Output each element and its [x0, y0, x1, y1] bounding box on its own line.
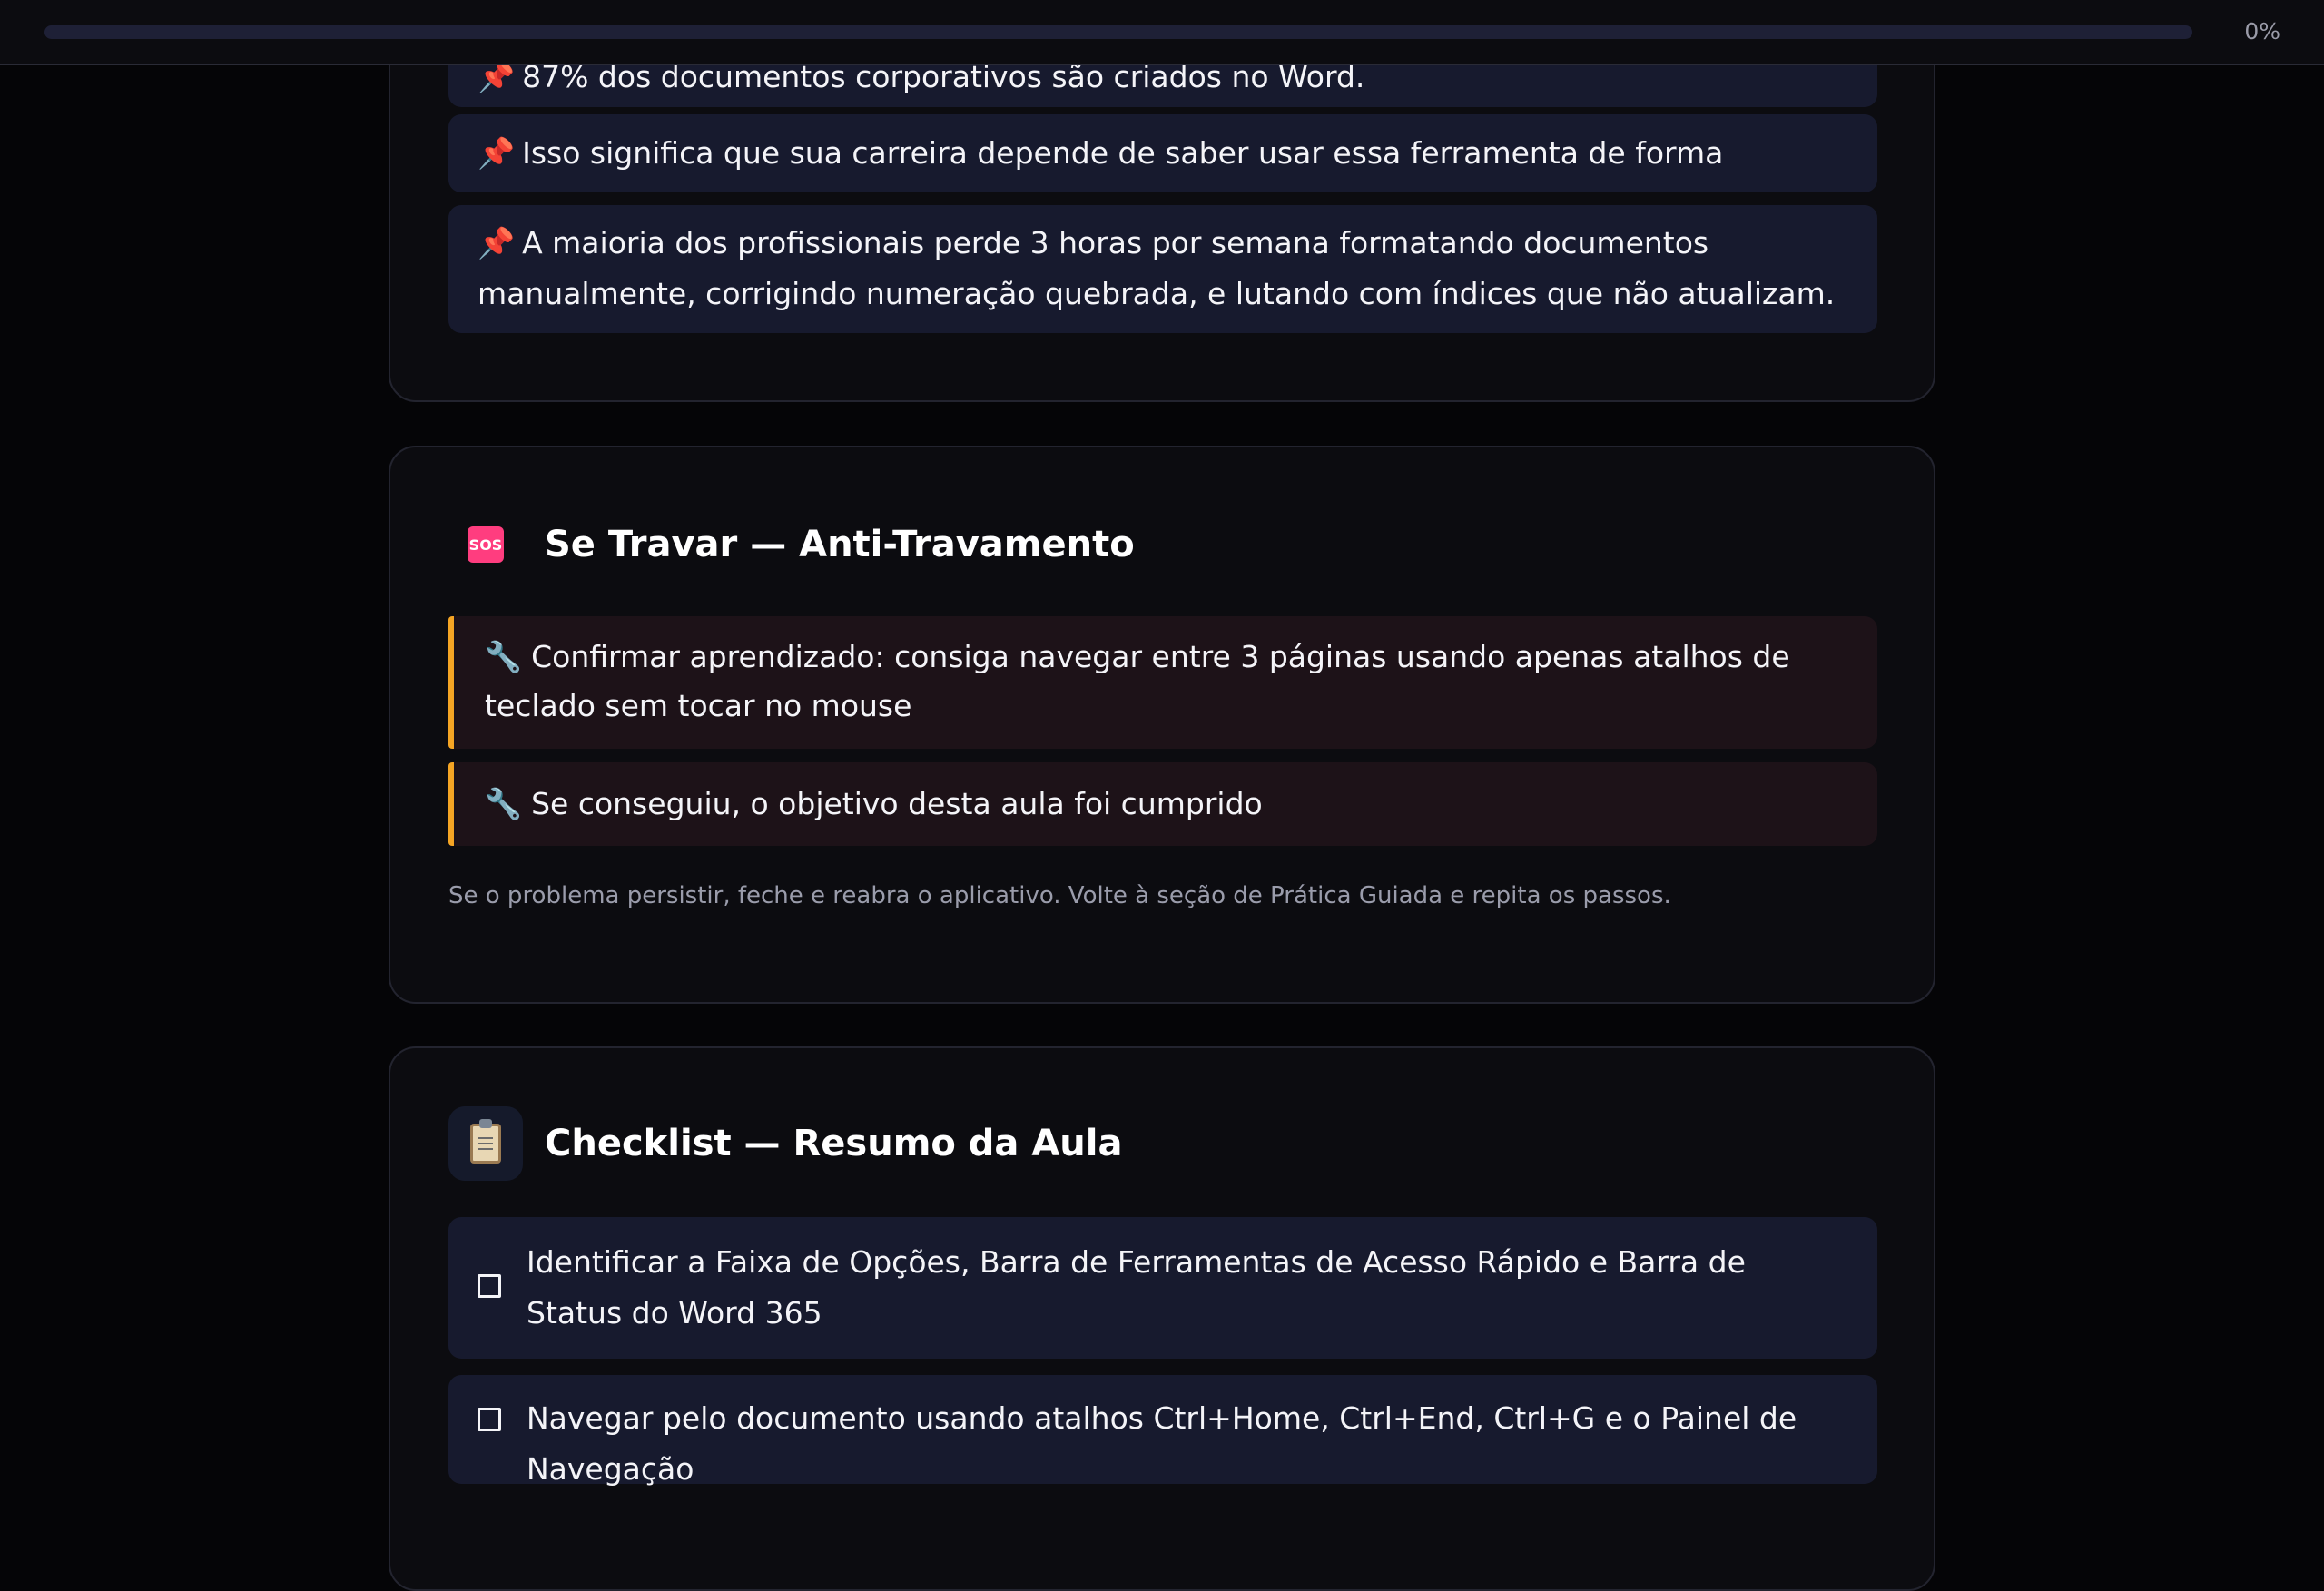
card-header: Checklist — Resumo da Aula [448, 1106, 1122, 1181]
wrench-icon: 🔧 [485, 639, 523, 674]
clipboard-icon [470, 1119, 501, 1164]
checkbox[interactable] [478, 1274, 501, 1298]
card-header: SOS Se Travar — Anti-Travamento [448, 507, 1135, 582]
checklist-item-text: Navegar pelo documento usando atalhos Ct… [527, 1400, 1797, 1487]
checklist-item[interactable]: Identificar a Faixa de Opções, Barra de … [448, 1217, 1877, 1359]
checklist-item-text: Identificar a Faixa de Opções, Barra de … [527, 1244, 1746, 1331]
card-title: Se Travar — Anti-Travamento [545, 524, 1135, 565]
lesson-content: 📌 87% dos documentos corporativos são cri… [0, 0, 2324, 1591]
tip-item: 🔧 Confirmar aprendizado: consiga navegar … [448, 616, 1877, 749]
progress-percent: 0% [2244, 18, 2280, 44]
fact-item: 📌 Isso significa que sua carreira depende… [448, 114, 1877, 249]
checklist-card: Checklist — Resumo da Aula Identificar a… [389, 1046, 1935, 1591]
tip-text: Confirmar aprendizado: consiga navegar e… [485, 639, 1790, 723]
clipboard-icon-box [448, 1106, 523, 1181]
pin-icon: 📌 [478, 135, 516, 171]
checklist-item[interactable]: Navegar pelo documento usando atalhos Ct… [448, 1375, 1877, 1487]
sos-icon-box: SOS [448, 507, 523, 582]
sos-icon: SOS [468, 526, 504, 563]
tip-item: 🔧 Se conseguiu, o objetivo desta aula foi… [448, 762, 1877, 846]
card-title: Checklist — Resumo da Aula [545, 1123, 1123, 1164]
wrench-icon: 🔧 [485, 786, 523, 821]
progress-bar [44, 25, 2192, 39]
progress-header: 0% [0, 0, 2324, 65]
tip-text: Se conseguiu, o objetivo desta aula foi … [531, 786, 1263, 821]
anti-travamento-card: SOS Se Travar — Anti-Travamento 🔧 Confirm… [389, 446, 1935, 1004]
checkbox[interactable] [478, 1408, 501, 1431]
help-note: Se o problema persistir, feche e reabra … [448, 882, 1671, 909]
pin-icon: 📌 [478, 225, 516, 260]
fact-text: A maioria dos profissionais perde 3 hora… [478, 225, 1836, 311]
fact-item: 📌 A maioria dos profissionais perde 3 hor… [448, 205, 1877, 333]
